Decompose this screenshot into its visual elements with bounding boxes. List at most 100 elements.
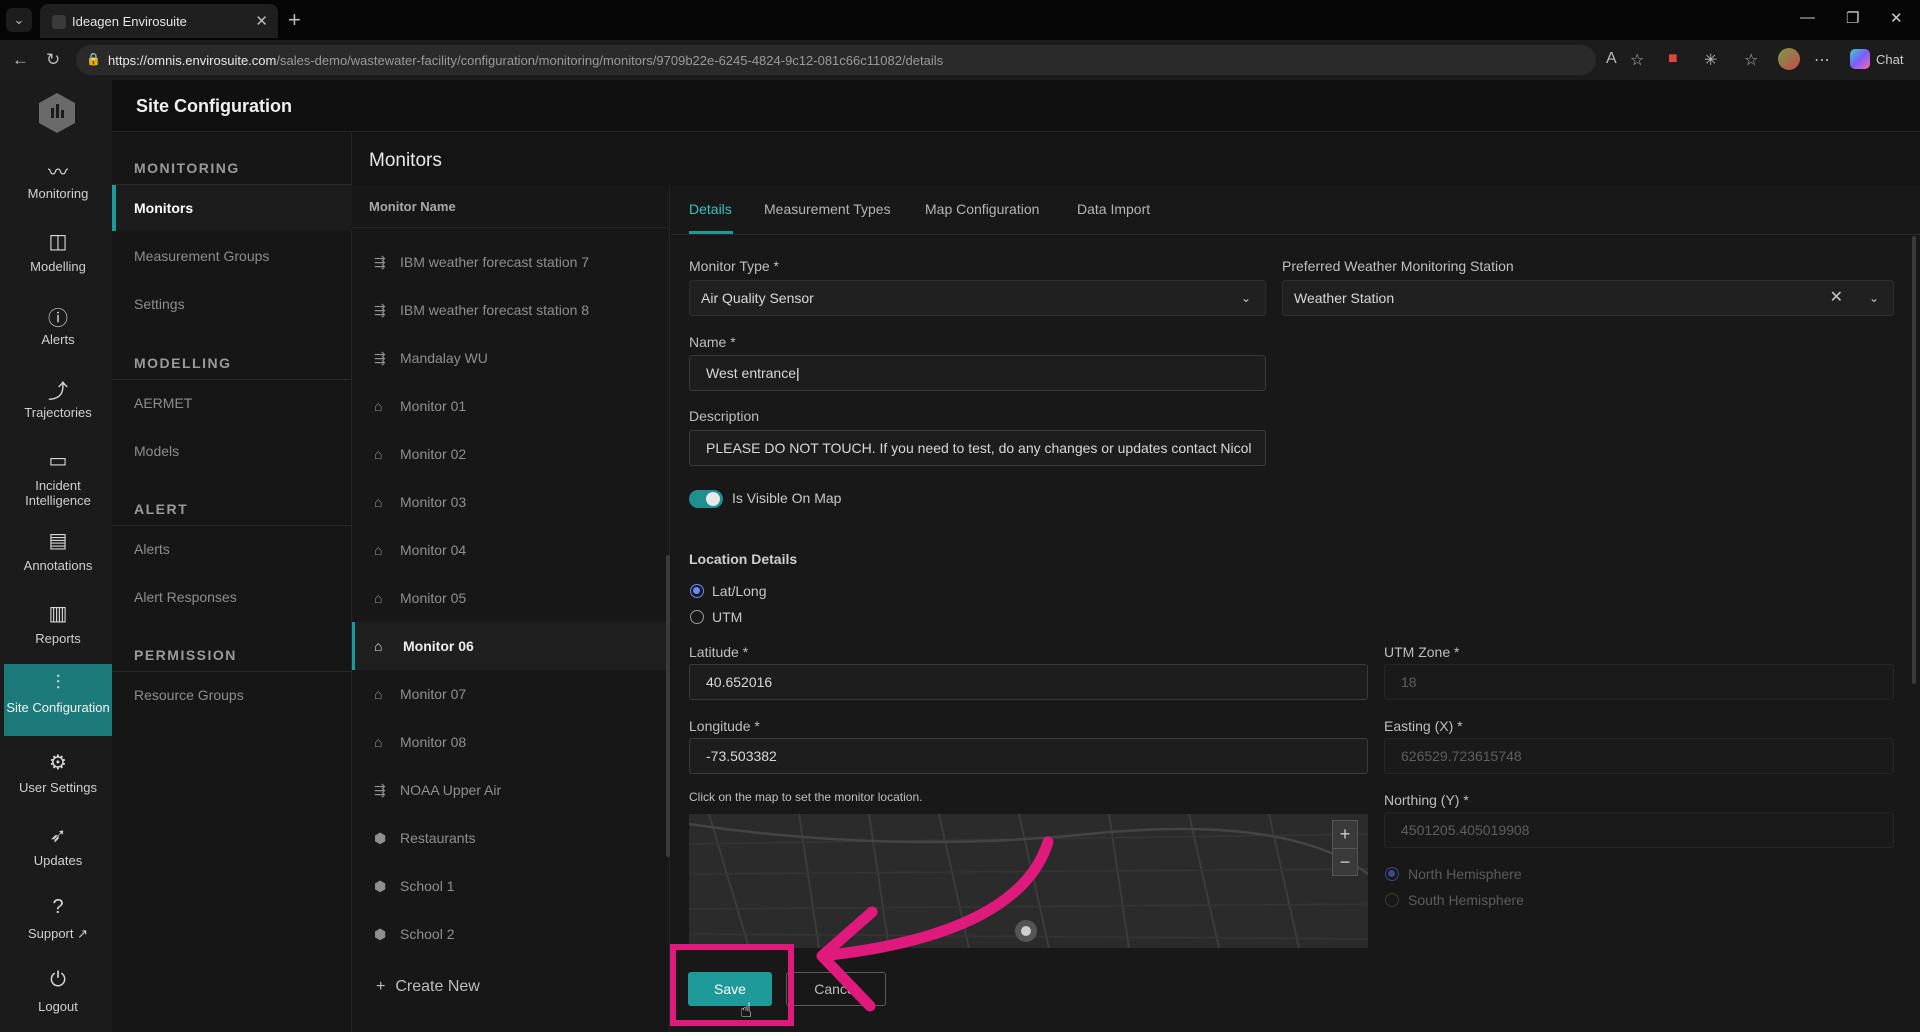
section-permission: PERMISSION — [134, 647, 237, 663]
rail-trajectories[interactable]: ⤴ Trajectories — [4, 365, 112, 437]
tab-map-configuration[interactable]: Map Configuration — [925, 201, 1039, 217]
rail-logout[interactable]: ⏻ Logout — [4, 959, 112, 1031]
rail-support[interactable]: ? Support ↗ — [4, 886, 112, 958]
north-hemisphere-radio[interactable] — [1385, 867, 1399, 881]
latitude-input[interactable]: 40.652016 — [689, 664, 1368, 700]
list-item[interactable]: ⇶ IBM weather forecast station 7 — [352, 238, 670, 286]
list-item[interactable]: ⌂ Monitor 08 — [352, 718, 670, 766]
list-item[interactable]: ⌂ Monitor 07 — [352, 670, 670, 718]
rocket-icon: ➶ — [49, 825, 67, 847]
sensor-icon: ⌂ — [374, 542, 383, 558]
list-item[interactable]: ⬢ Restaurants — [352, 814, 670, 862]
description-input[interactable]: PLEASE DO NOT TOUCH. If you need to test… — [689, 430, 1266, 466]
list-item[interactable]: ⌂ Monitor 05 — [352, 574, 670, 622]
rail-label: Modelling — [30, 259, 86, 274]
utm-zone-label: UTM Zone * — [1384, 644, 1460, 660]
name-input[interactable]: West entrance| — [689, 355, 1266, 391]
nav-models[interactable]: Models — [112, 428, 352, 474]
visible-on-map-label: Is Visible On Map — [732, 490, 842, 506]
reload-icon[interactable]: ↻ — [46, 50, 60, 70]
south-hemisphere-radio[interactable] — [1385, 893, 1399, 907]
rail-annotations[interactable]: ▤ Annotations — [4, 518, 112, 590]
zoom-out-button[interactable]: − — [1333, 848, 1357, 875]
monitor-label: School 1 — [400, 878, 455, 894]
rail-incident-intelligence[interactable]: ▭ Incident Intelligence — [4, 438, 112, 518]
details-scrollbar[interactable] — [1912, 236, 1916, 684]
longitude-input[interactable]: -73.503382 — [689, 738, 1368, 774]
column-monitor-name[interactable]: Monitor Name — [369, 199, 456, 214]
close-window-icon[interactable]: ✕ — [1890, 9, 1903, 27]
lock-icon[interactable]: 🔒 — [86, 52, 101, 66]
more-icon[interactable]: ⋯ — [1814, 50, 1830, 70]
monitor-label: Mandalay WU — [400, 350, 488, 366]
copilot-icon[interactable] — [1850, 49, 1870, 69]
rail-monitoring[interactable]: 〰 Monitoring — [4, 146, 112, 218]
northing-input[interactable]: 4501205.405019908 — [1384, 812, 1894, 848]
list-item[interactable]: ⬢ School 2 — [352, 910, 670, 958]
list-item[interactable]: ⇶ IBM weather forecast station 8 — [352, 286, 670, 334]
tab-details[interactable]: Details — [689, 201, 732, 217]
restore-icon[interactable]: ❐ — [1846, 9, 1859, 27]
list-item[interactable]: ⌂ Monitor 01 — [352, 382, 670, 430]
zoom-in-button[interactable]: + — [1333, 821, 1357, 848]
cancel-button[interactable]: Cancel — [786, 972, 886, 1006]
list-item-selected[interactable]: ⌂ Monitor 06 — [352, 622, 670, 670]
nav-measurement-groups[interactable]: Measurement Groups — [112, 233, 352, 279]
rail-modelling[interactable]: ◫ Modelling — [4, 219, 112, 291]
utm-radio[interactable] — [690, 610, 704, 624]
rail-label: Incident Intelligence — [25, 478, 91, 508]
list-item[interactable]: ⌂ Monitor 03 — [352, 478, 670, 526]
list-item[interactable]: ⬢ School 1 — [352, 862, 670, 910]
rail-site-configuration[interactable]: ⫶ Site Configuration — [4, 664, 112, 736]
profile-avatar[interactable] — [1778, 48, 1800, 70]
latlong-radio[interactable] — [690, 584, 704, 598]
monitor-type-select[interactable]: Air Quality Sensor ⌄ — [689, 280, 1266, 316]
favorite-icon[interactable]: ☆ — [1630, 50, 1644, 70]
extension-icon[interactable]: ■ — [1668, 50, 1678, 68]
nav-aermet[interactable]: AERMET — [112, 380, 352, 426]
close-tab-icon[interactable]: ✕ — [255, 12, 268, 30]
monitors-title: Monitors — [369, 150, 442, 171]
tab-menu-icon[interactable]: ⌄ — [6, 8, 32, 32]
read-aloud-icon[interactable]: A — [1606, 50, 1617, 68]
create-new-button[interactable]: + Create New — [376, 978, 490, 996]
puzzle-icon[interactable]: ✳ — [1704, 50, 1717, 70]
rail-alerts[interactable]: ⓘ Alerts — [4, 292, 112, 364]
nav-resource-groups[interactable]: Resource Groups — [112, 672, 352, 718]
nav-monitors[interactable]: Monitors — [112, 185, 352, 231]
minimize-icon[interactable]: — — [1800, 9, 1815, 26]
visible-on-map-toggle[interactable] — [689, 490, 723, 508]
tab-data-import[interactable]: Data Import — [1077, 201, 1150, 217]
rail-user-settings[interactable]: ⚙ User Settings — [4, 740, 112, 812]
list-item[interactable]: ⇶ Mandalay WU — [352, 334, 670, 382]
logout-icon: ⏻ — [50, 969, 66, 991]
browser-tab-title: Ideagen Envirosuite — [72, 14, 187, 29]
weather-station-select[interactable]: Weather Station ✕ ⌄ — [1282, 280, 1894, 316]
back-icon[interactable]: ← — [12, 50, 29, 70]
map-pin-icon[interactable] — [1015, 920, 1037, 942]
easting-input[interactable]: 626529.723615748 — [1384, 738, 1894, 774]
url-field[interactable]: 🔒 https://omnis.envirosuite.com/sales-de… — [76, 45, 1596, 75]
section-alert: ALERT — [134, 501, 189, 517]
tab-measurement-types[interactable]: Measurement Types — [764, 201, 891, 217]
new-tab-icon[interactable]: + — [288, 7, 301, 33]
rail-reports[interactable]: ▥ Reports — [4, 591, 112, 663]
page-title: Site Configuration — [136, 96, 292, 116]
clear-icon[interactable]: ✕ — [1830, 281, 1843, 315]
monitor-label: Monitor 03 — [400, 494, 467, 510]
monitors-header: Monitors — [352, 133, 1920, 185]
list-item[interactable]: ⌂ Monitor 04 — [352, 526, 670, 574]
rail-updates[interactable]: ➶ Updates — [4, 813, 112, 885]
browser-tab[interactable]: Ideagen Envirosuite ✕ — [40, 4, 278, 38]
envirosuite-logo-icon — [39, 93, 75, 133]
list-scrollbar[interactable] — [666, 555, 670, 857]
utm-zone-input[interactable]: 18 — [1384, 664, 1894, 700]
nav-alerts[interactable]: Alerts — [112, 526, 352, 572]
chat-label[interactable]: Chat — [1876, 52, 1903, 67]
nav-settings[interactable]: Settings — [112, 281, 352, 327]
list-item[interactable]: ⇶ NOAA Upper Air — [352, 766, 670, 814]
list-item[interactable]: ⌂ Monitor 02 — [352, 430, 670, 478]
nav-alert-responses[interactable]: Alert Responses — [112, 574, 352, 620]
location-map[interactable]: + − — [689, 814, 1368, 948]
favorites-bar-icon[interactable]: ☆ — [1744, 50, 1758, 70]
